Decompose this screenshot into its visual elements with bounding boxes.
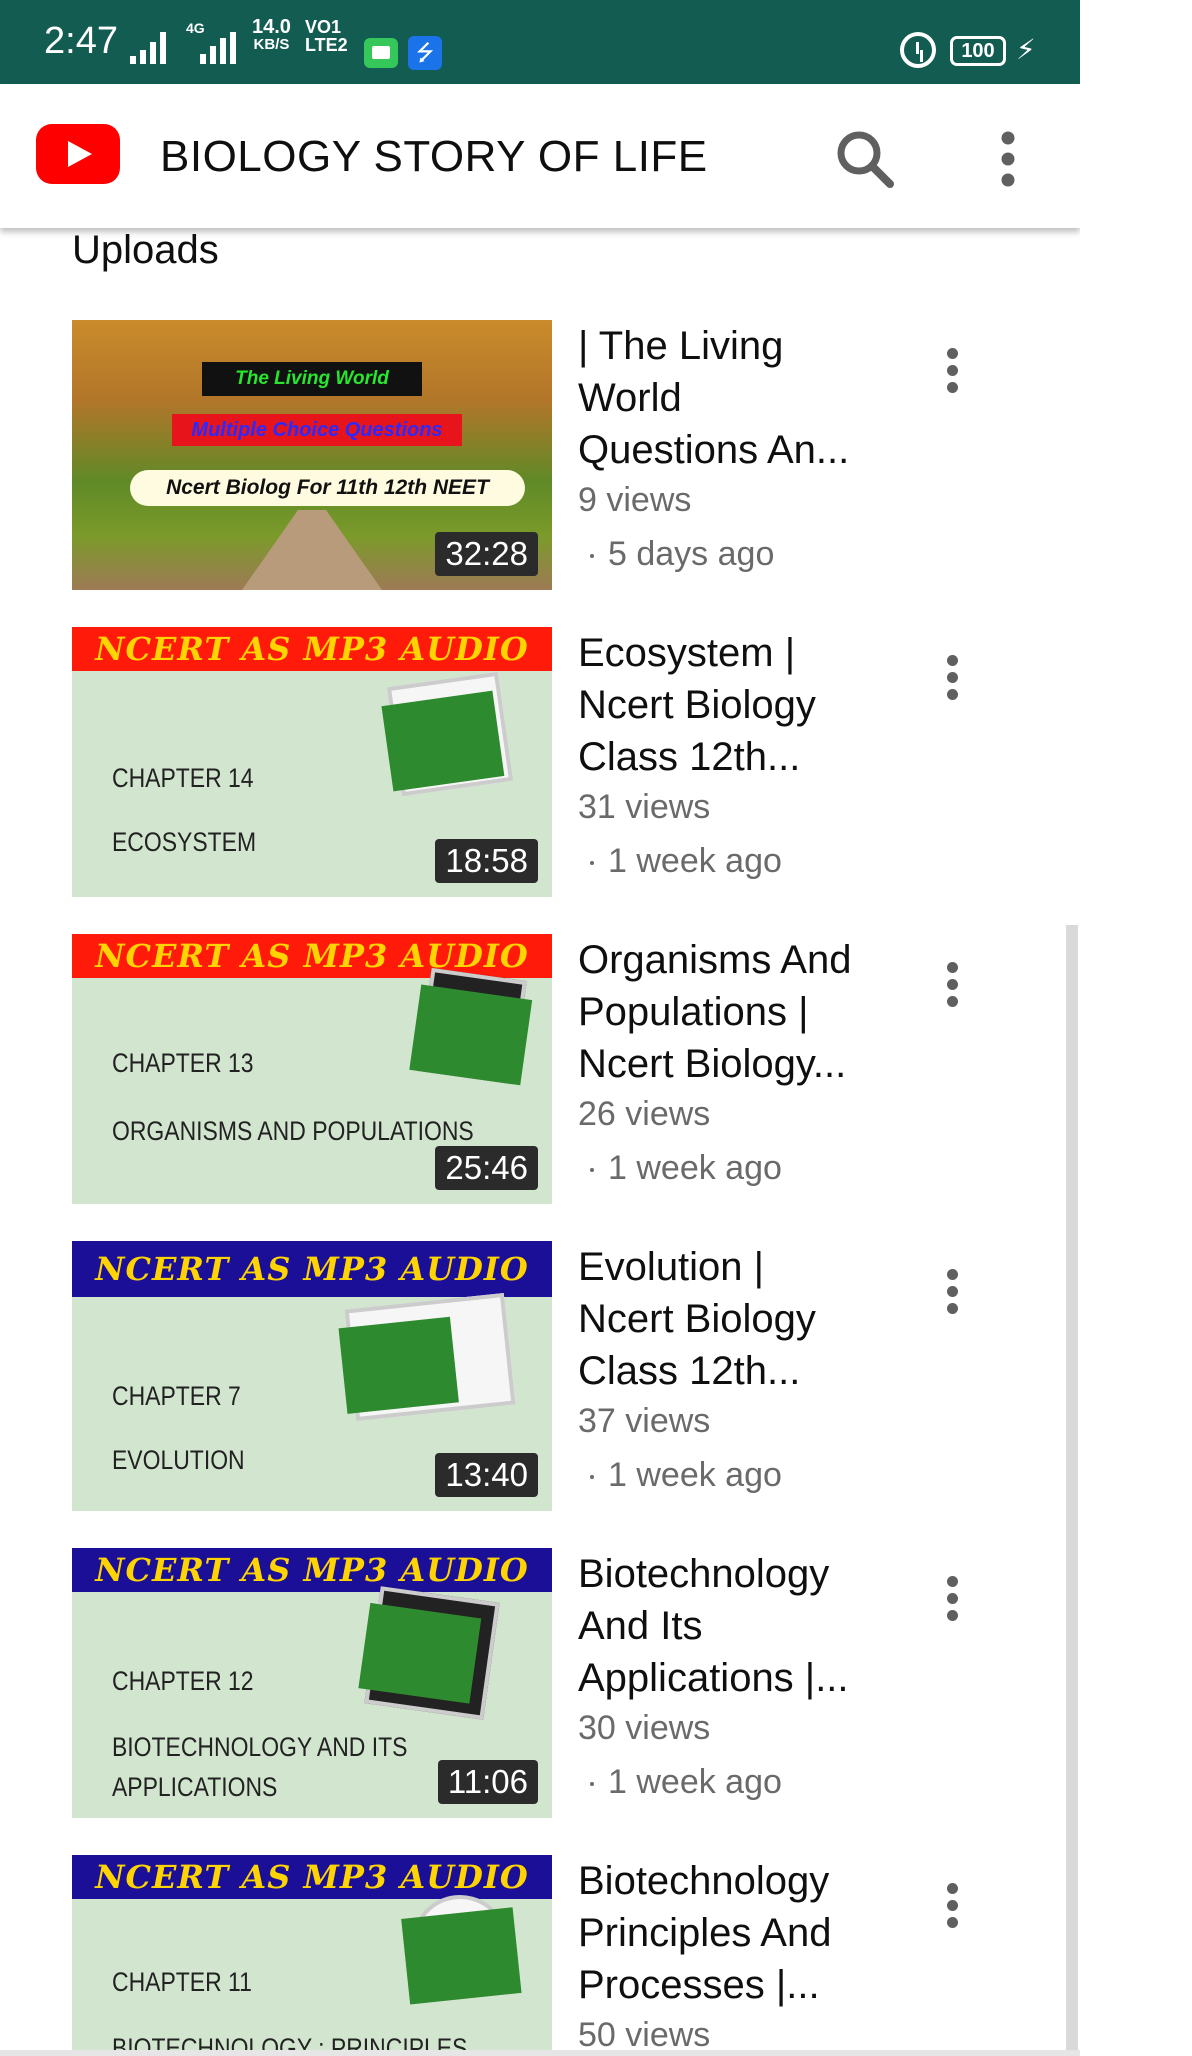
video-duration: 25:46 bbox=[435, 1146, 538, 1190]
battery-icon: 100 bbox=[950, 36, 1006, 66]
video-more-icon[interactable] bbox=[932, 1576, 972, 1636]
video-age: 5 days ago bbox=[608, 535, 775, 573]
video-duration: 32:28 bbox=[435, 532, 538, 576]
video-more-icon[interactable] bbox=[932, 348, 972, 408]
video-age: 1 week ago bbox=[608, 842, 782, 880]
video-more-icon[interactable] bbox=[932, 962, 972, 1022]
speed-value: 14.0 bbox=[252, 16, 291, 38]
volte-line-2: LTE2 bbox=[305, 35, 348, 55]
video-meta: Evolution | Ncert Biology Class 12th... … bbox=[578, 1241, 878, 1497]
video-meta: Biotechnology Principles And Processes |… bbox=[578, 1855, 878, 2056]
video-item[interactable]: NCERT AS MP3 AUDIO CHAPTER 12 BIOTECHNOL… bbox=[72, 1548, 1032, 1818]
thumbnail-chapter: CHAPTER 14 bbox=[112, 763, 254, 793]
video-views: 30 views bbox=[578, 1709, 711, 1747]
alarm-icon bbox=[900, 32, 936, 68]
video-title[interactable]: Biotechnology And Its Applications |... bbox=[578, 1548, 878, 1704]
video-more-icon[interactable] bbox=[932, 1883, 972, 1943]
video-age-row: 1 week ago bbox=[578, 1453, 878, 1497]
thumbnail-banner: NCERT AS MP3 AUDIO bbox=[72, 1241, 552, 1297]
video-thumbnail[interactable]: NCERT AS MP3 AUDIO CHAPTER 12 BIOTECHNOL… bbox=[72, 1548, 552, 1818]
video-age: 1 week ago bbox=[608, 1456, 782, 1494]
video-meta: Ecosystem | Ncert Biology Class 12th... … bbox=[578, 627, 878, 883]
network-speed: 14.0 KB/S bbox=[252, 16, 291, 54]
video-age-row: 1 week ago bbox=[578, 1146, 878, 1190]
video-views: 37 views bbox=[578, 1402, 711, 1440]
video-views: 9 views bbox=[578, 481, 692, 519]
thumbnail-picture bbox=[407, 1890, 513, 1996]
video-duration: 11:06 bbox=[437, 1760, 538, 1804]
video-more-icon[interactable] bbox=[932, 655, 972, 715]
section-title: Uploads bbox=[72, 228, 219, 272]
video-meta: Biotechnology And Its Applications |... … bbox=[578, 1548, 878, 1804]
thumbnail-chapter-name: ECOSYSTEM bbox=[112, 827, 257, 857]
video-duration: 18:58 bbox=[435, 839, 538, 883]
volte-indicator: VO1 LTE2 bbox=[305, 18, 348, 54]
app-bar: BIOLOGY STORY OF LIFE bbox=[0, 84, 1080, 228]
thumbnail-banner: NCERT AS MP3 AUDIO bbox=[72, 934, 552, 978]
signal-4g-icon: 4G bbox=[186, 20, 246, 64]
thumbnail-picture bbox=[364, 1586, 500, 1720]
thumbnail-picture bbox=[386, 671, 514, 797]
status-bar: 2:47 4G 14.0 KB/S VO1 LTE2 ⭍ 100 ⚡ bbox=[0, 0, 1080, 84]
video-meta: Organisms And Populations | Ncert Biolog… bbox=[578, 934, 878, 1190]
thumbnail-chapter-name: ORGANISMS AND POPULATIONS bbox=[112, 1116, 474, 1146]
thumbnail-chapter-name: APPLICATIONS bbox=[112, 1772, 278, 1802]
video-age: 1 week ago bbox=[608, 1763, 782, 1801]
video-views: 26 views bbox=[578, 1095, 711, 1133]
thumbnail-chapter: CHAPTER 11 bbox=[112, 1967, 252, 1997]
search-icon[interactable] bbox=[830, 124, 900, 194]
video-thumbnail[interactable]: NCERT AS MP3 AUDIO CHAPTER 7 EVOLUTION 1… bbox=[72, 1241, 552, 1511]
video-title[interactable]: Evolution | Ncert Biology Class 12th... bbox=[578, 1241, 878, 1397]
thumbnail-picture bbox=[344, 1292, 516, 1422]
channel-title: BIOLOGY STORY OF LIFE bbox=[160, 132, 708, 181]
video-age: 1 week ago bbox=[608, 1149, 782, 1187]
road-graphic bbox=[242, 510, 382, 590]
thumbnail-tag: Ncert Biolog For 11th 12th NEET bbox=[130, 470, 525, 506]
video-thumbnail[interactable]: The Living World Multiple Choice Questio… bbox=[72, 320, 552, 590]
video-title[interactable]: Ecosystem | Ncert Biology Class 12th... bbox=[578, 627, 878, 783]
speed-unit: KB/S bbox=[253, 36, 290, 53]
status-time: 2:47 bbox=[44, 20, 118, 62]
signal-icon bbox=[130, 32, 166, 64]
thumbnail-banner: NCERT AS MP3 AUDIO bbox=[72, 627, 552, 671]
usb-icon: ⭍ bbox=[408, 36, 442, 70]
video-thumbnail[interactable]: NCERT AS MP3 AUDIO CHAPTER 13 ORGANISMS … bbox=[72, 934, 552, 1204]
more-vert-icon[interactable] bbox=[980, 124, 1036, 194]
video-meta: | The Living World Questions An... 9 vie… bbox=[578, 320, 878, 576]
video-item[interactable]: NCERT AS MP3 AUDIO CHAPTER 7 EVOLUTION 1… bbox=[72, 1241, 1032, 1511]
video-age-row: 5 days ago bbox=[578, 532, 878, 576]
video-item[interactable]: NCERT AS MP3 AUDIO CHAPTER 13 ORGANISMS … bbox=[72, 934, 1032, 1204]
thumbnail-chapter: CHAPTER 7 bbox=[112, 1381, 241, 1411]
charging-icon: ⚡ bbox=[1016, 34, 1036, 65]
message-icon bbox=[364, 38, 398, 68]
video-thumbnail[interactable]: NCERT AS MP3 AUDIO CHAPTER 11 BIOTECHNOL… bbox=[72, 1855, 552, 2056]
thumbnail-banner: NCERT AS MP3 AUDIO bbox=[72, 1548, 552, 1592]
thumbnail-tag: The Living World bbox=[202, 362, 422, 396]
thumbnail-chapter-name: BIOTECHNOLOGY AND ITS bbox=[112, 1732, 408, 1762]
screen: 2:47 4G 14.0 KB/S VO1 LTE2 ⭍ 100 ⚡ BIOLO… bbox=[0, 0, 1080, 2056]
video-age-row: 1 week ago bbox=[578, 1760, 878, 1804]
thumbnail-picture bbox=[417, 967, 527, 1085]
youtube-logo[interactable] bbox=[36, 124, 120, 184]
screen-margin bbox=[1080, 0, 1192, 2056]
thumbnail-chapter-name: EVOLUTION bbox=[112, 1445, 245, 1475]
video-duration: 13:40 bbox=[435, 1453, 538, 1497]
thumbnail-chapter: CHAPTER 12 bbox=[112, 1666, 254, 1696]
video-item[interactable]: NCERT AS MP3 AUDIO CHAPTER 14 ECOSYSTEM … bbox=[72, 627, 1032, 897]
video-item[interactable]: The Living World Multiple Choice Questio… bbox=[72, 320, 1032, 590]
thumbnail-tag: Multiple Choice Questions bbox=[172, 414, 462, 446]
video-item[interactable]: NCERT AS MP3 AUDIO CHAPTER 11 BIOTECHNOL… bbox=[72, 1855, 1032, 2056]
video-age-row: 1 week ago bbox=[578, 839, 878, 883]
video-views: 31 views bbox=[578, 788, 711, 826]
video-title[interactable]: Biotechnology Principles And Processes |… bbox=[578, 1855, 878, 2011]
video-title[interactable]: Organisms And Populations | Ncert Biolog… bbox=[578, 934, 878, 1090]
video-title[interactable]: | The Living World Questions An... bbox=[578, 320, 878, 476]
scrollbar[interactable] bbox=[1066, 925, 1078, 2056]
thumbnail-chapter: CHAPTER 13 bbox=[112, 1048, 254, 1078]
thumbnail-banner: NCERT AS MP3 AUDIO bbox=[72, 1855, 552, 1899]
volte-line-1: VO1 bbox=[305, 17, 342, 37]
bottom-divider bbox=[0, 2050, 1080, 2056]
video-thumbnail[interactable]: NCERT AS MP3 AUDIO CHAPTER 14 ECOSYSTEM … bbox=[72, 627, 552, 897]
video-more-icon[interactable] bbox=[932, 1269, 972, 1329]
